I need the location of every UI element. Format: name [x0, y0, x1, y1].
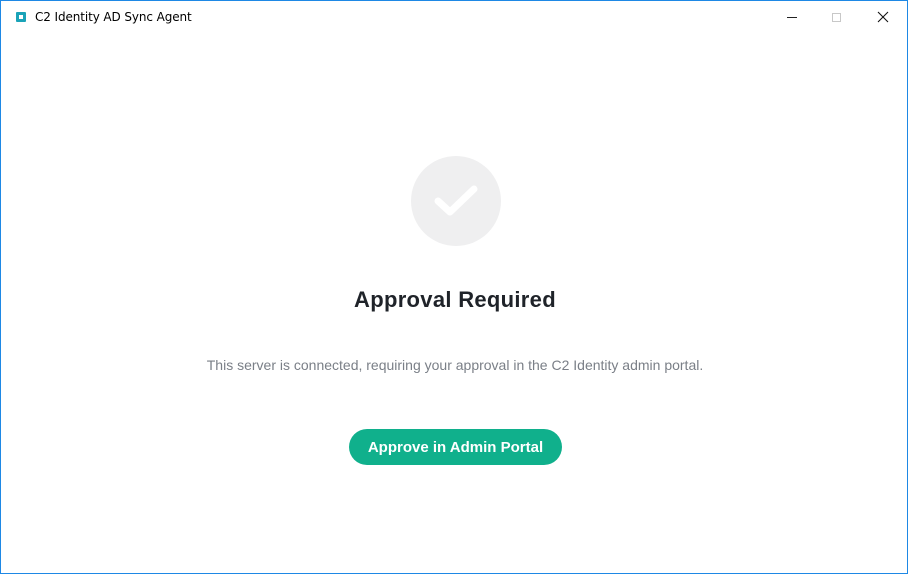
maximize-button[interactable]	[814, 1, 859, 33]
status-check-badge	[411, 156, 501, 246]
page-title: Approval Required	[354, 287, 556, 312]
minimize-icon	[786, 16, 797, 18]
window-title: C2 Identity AD Sync Agent	[35, 10, 192, 24]
app-window: C2 Identity AD Sync Agent Approval Requi…	[0, 0, 908, 574]
check-icon	[434, 185, 478, 216]
close-icon	[877, 11, 888, 23]
approve-in-admin-portal-button[interactable]: Approve in Admin Portal	[349, 429, 562, 465]
status-description: This server is connected, requiring your…	[206, 357, 704, 373]
close-button[interactable]	[860, 1, 905, 33]
minimize-button[interactable]	[769, 1, 814, 33]
maximize-icon	[832, 12, 841, 22]
title-bar[interactable]: C2 Identity AD Sync Agent	[1, 1, 907, 34]
app-logo-icon	[16, 12, 26, 22]
